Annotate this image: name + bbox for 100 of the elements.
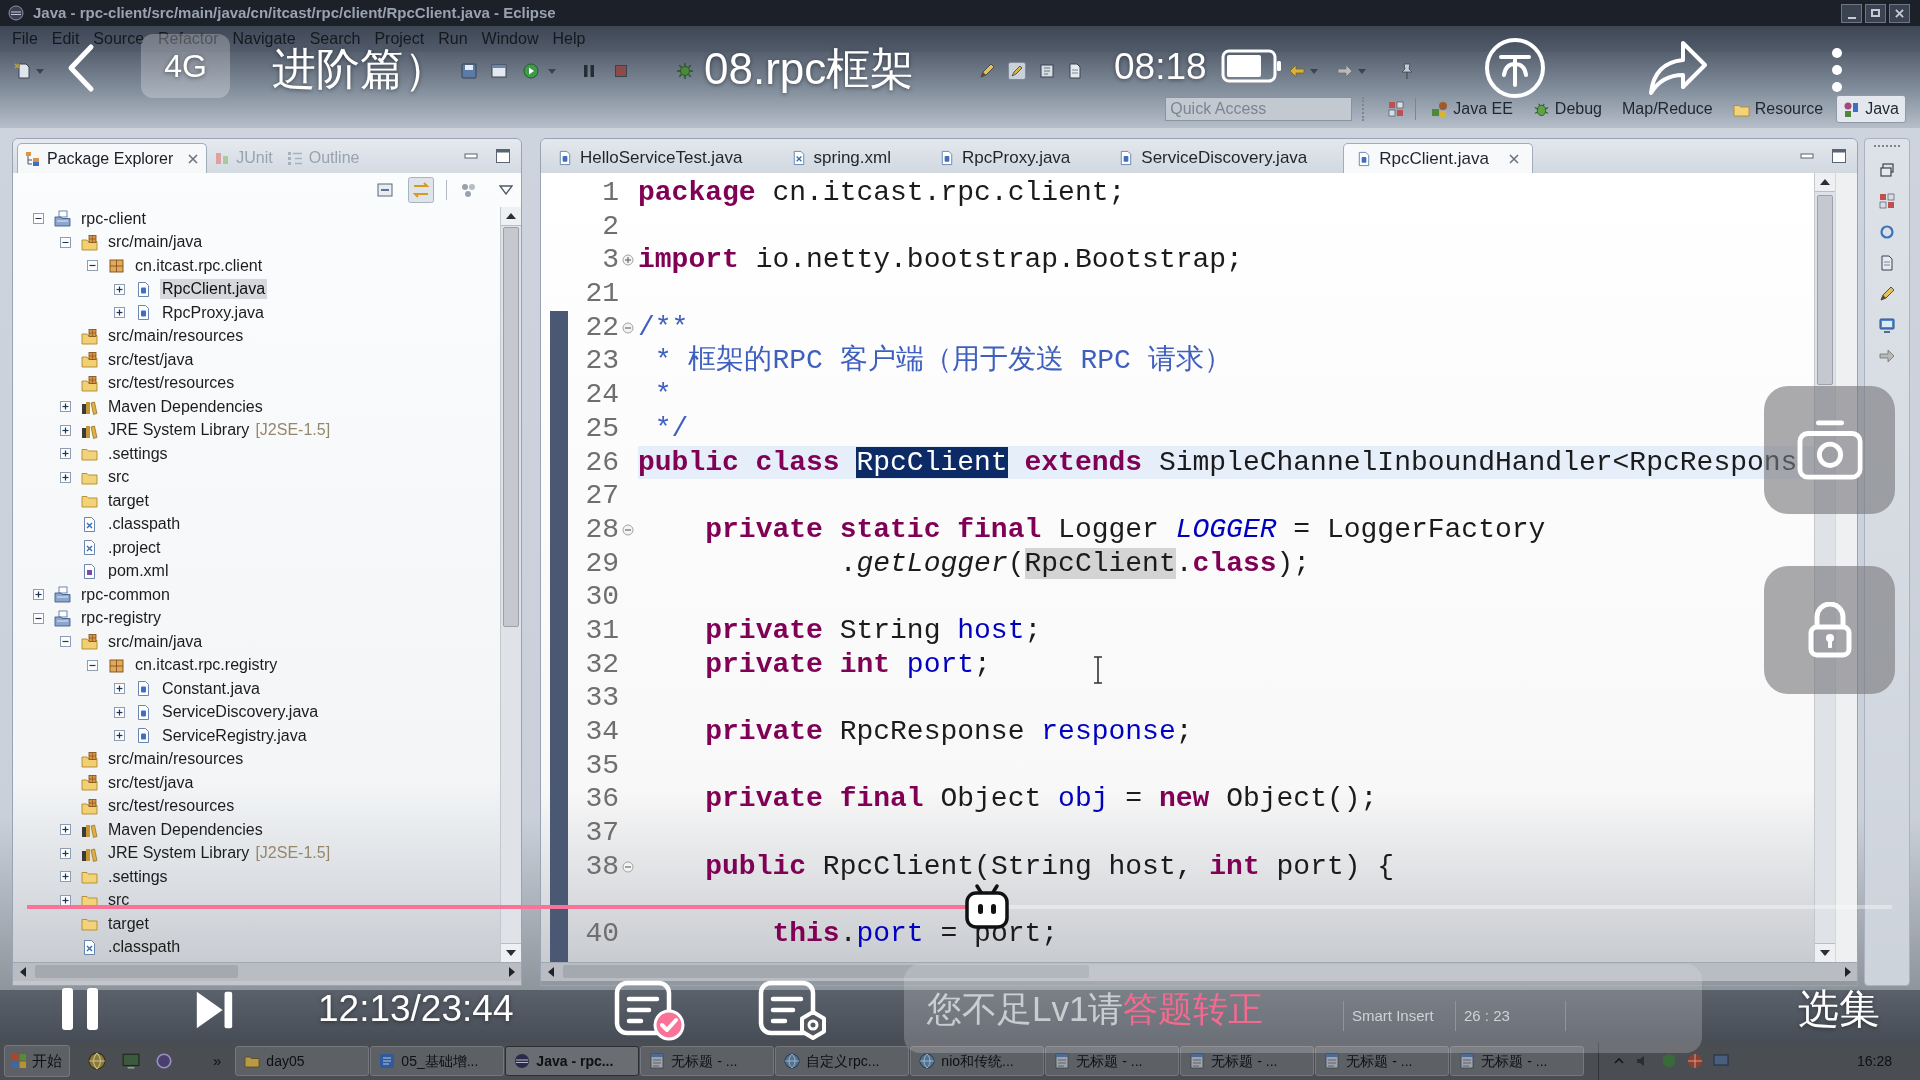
page-icon[interactable]: [1066, 62, 1084, 80]
horizontal-scrollbar[interactable]: [13, 962, 521, 981]
page-icon[interactable]: [1878, 254, 1896, 272]
panel-tab[interactable]: Package Explorer: [17, 143, 208, 173]
tiles-icon[interactable]: [1878, 192, 1896, 210]
tree-item[interactable]: src/main/java: [106, 631, 205, 652]
perspective-button[interactable]: Map/Reduce: [1615, 95, 1720, 123]
tree-item[interactable]: .classpath: [106, 937, 183, 958]
tree-item[interactable]: src/test/resources: [106, 796, 237, 817]
editor-tab[interactable]: RpcClient.java: [1343, 143, 1533, 173]
plus-box-icon[interactable]: [113, 730, 125, 742]
pencil-icon[interactable]: [1878, 285, 1896, 303]
close-icon[interactable]: [187, 152, 200, 165]
restore-icon[interactable]: [1878, 161, 1896, 179]
play-circle-icon[interactable]: [522, 62, 540, 80]
minus-box-icon[interactable]: [32, 612, 44, 624]
ring-icon[interactable]: [1878, 223, 1896, 241]
perspective-button[interactable]: Java: [1836, 95, 1906, 123]
tree-item[interactable]: .classpath: [106, 514, 183, 535]
tree-item[interactable]: src/main/resources: [106, 749, 246, 770]
plus-box-icon[interactable]: [113, 706, 125, 718]
monitor-icon[interactable]: [1878, 316, 1896, 334]
episodes-button[interactable]: 选集: [1798, 985, 1880, 1033]
restore-button[interactable]: [1865, 3, 1886, 23]
vertical-scrollbar[interactable]: [500, 207, 521, 962]
taskbar-button[interactable]: Java - rpc...: [505, 1046, 640, 1076]
tree-item[interactable]: cn.itcast.rpc.registry: [133, 655, 280, 676]
maximize-icon[interactable]: [495, 148, 511, 164]
tree-item[interactable]: rpc-common: [79, 584, 172, 605]
new-file-icon[interactable]: [14, 62, 32, 80]
tree-item[interactable]: src/main/resources: [106, 326, 246, 347]
vertical-scrollbar[interactable]: [1814, 173, 1835, 962]
perspective-button[interactable]: Resource: [1725, 95, 1831, 123]
minus-box-icon[interactable]: [86, 659, 98, 671]
tree-item[interactable]: rpc-registry: [79, 608, 163, 629]
tree-item[interactable]: target: [106, 490, 151, 511]
plus-box-icon[interactable]: [59, 424, 71, 436]
chevron-left-icon[interactable]: [66, 43, 96, 93]
square-icon[interactable]: [612, 62, 630, 80]
pause-icon[interactable]: [59, 986, 101, 1032]
plus-box-icon[interactable]: [59, 471, 71, 483]
triangle-down-icon[interactable]: [499, 185, 513, 195]
window-icon[interactable]: [490, 62, 508, 80]
coin-icon[interactable]: [1484, 37, 1546, 99]
plus-box-icon[interactable]: [113, 283, 125, 295]
perspective-button[interactable]: Java EE: [1424, 95, 1520, 123]
tree-item[interactable]: src/test/resources: [106, 373, 237, 394]
tree-item[interactable]: Constant.java: [160, 678, 262, 699]
marker-icon[interactable]: [1008, 62, 1026, 80]
tree-item[interactable]: src: [106, 890, 132, 911]
list-check-icon[interactable]: [614, 980, 686, 1042]
editor-tab[interactable]: HelloServiceTest.java: [545, 143, 755, 173]
plus-box-icon[interactable]: [59, 448, 71, 460]
tree-item[interactable]: Maven Dependencies: [106, 819, 265, 840]
tree-item[interactable]: ServiceDiscovery.java: [160, 702, 321, 723]
tree-item[interactable]: ServiceRegistry.java: [160, 725, 309, 746]
tree-item[interactable]: .project: [106, 537, 163, 558]
collapse-all-icon[interactable]: [376, 180, 396, 200]
plus-box-icon[interactable]: [32, 589, 44, 601]
editor-tab[interactable]: ServiceDiscovery.java: [1106, 143, 1320, 173]
maximize-icon[interactable]: [1831, 148, 1847, 164]
plus-box-icon[interactable]: [59, 824, 71, 836]
minus-box-icon[interactable]: [86, 260, 98, 272]
close-button[interactable]: [1889, 3, 1910, 23]
tree-item[interactable]: pom.xml: [106, 561, 171, 582]
tree-item[interactable]: RpcProxy.java: [160, 302, 266, 323]
editor-tab[interactable]: RpcProxy.java: [927, 143, 1083, 173]
globe-icon[interactable]: [88, 1052, 106, 1070]
close-icon[interactable]: [1507, 152, 1520, 165]
tiles-icon[interactable]: [1387, 100, 1406, 118]
arrow-right-icon[interactable]: [1878, 347, 1896, 365]
more-vertical-icon[interactable]: [1831, 48, 1843, 92]
editor-tab[interactable]: spring.xml: [778, 143, 903, 173]
tree-item[interactable]: JRE System Library: [106, 843, 252, 864]
tree-item[interactable]: .settings: [106, 443, 170, 464]
plus-circle-icon[interactable]: [622, 254, 634, 267]
horizontal-scrollbar[interactable]: [541, 962, 1857, 981]
plus-box-icon[interactable]: [59, 401, 71, 413]
tree-item[interactable]: target: [106, 913, 151, 934]
arrow-right-icon[interactable]: [1336, 62, 1354, 80]
minus-box-icon[interactable]: [59, 636, 71, 648]
pencil-icon[interactable]: [978, 62, 996, 80]
tree-item[interactable]: src: [106, 467, 132, 488]
minimize-button[interactable]: [1841, 3, 1862, 23]
tree-item[interactable]: JRE System Library: [106, 420, 252, 441]
tree-item[interactable]: cn.itcast.rpc.client: [133, 255, 265, 276]
ring-icon[interactable]: [155, 1052, 173, 1070]
plus-box-icon[interactable]: [113, 307, 125, 319]
monitor-icon[interactable]: [122, 1052, 140, 1070]
lock-button[interactable]: [1764, 566, 1895, 694]
minus-box-icon[interactable]: [59, 236, 71, 248]
plus-box-icon[interactable]: [113, 683, 125, 695]
tree-item[interactable]: Maven Dependencies: [106, 396, 265, 417]
tile-icon[interactable]: [1038, 62, 1056, 80]
perspective-button[interactable]: Debug: [1525, 95, 1609, 123]
arrow-left-icon[interactable]: [1288, 62, 1306, 80]
tree-item[interactable]: rpc-client: [79, 208, 148, 229]
minus-box-icon[interactable]: [32, 213, 44, 225]
plus-box-icon[interactable]: [59, 871, 71, 883]
tree-item[interactable]: src/test/java: [106, 349, 196, 370]
